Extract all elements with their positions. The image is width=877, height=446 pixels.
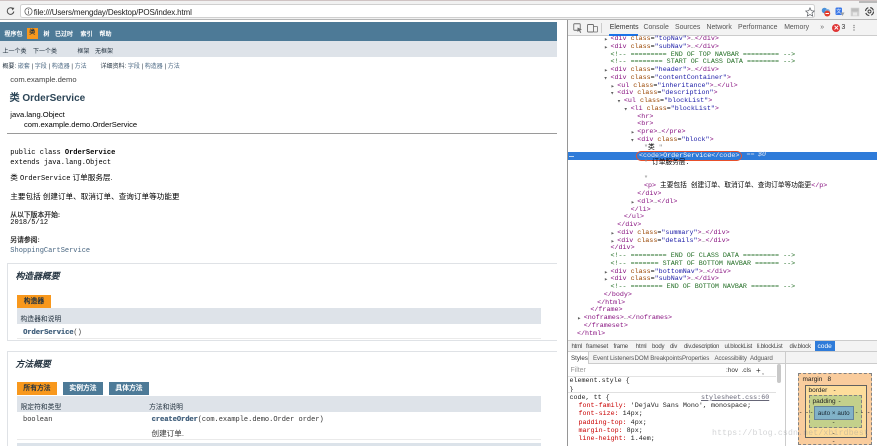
svg-text:文: 文 xyxy=(836,8,841,15)
